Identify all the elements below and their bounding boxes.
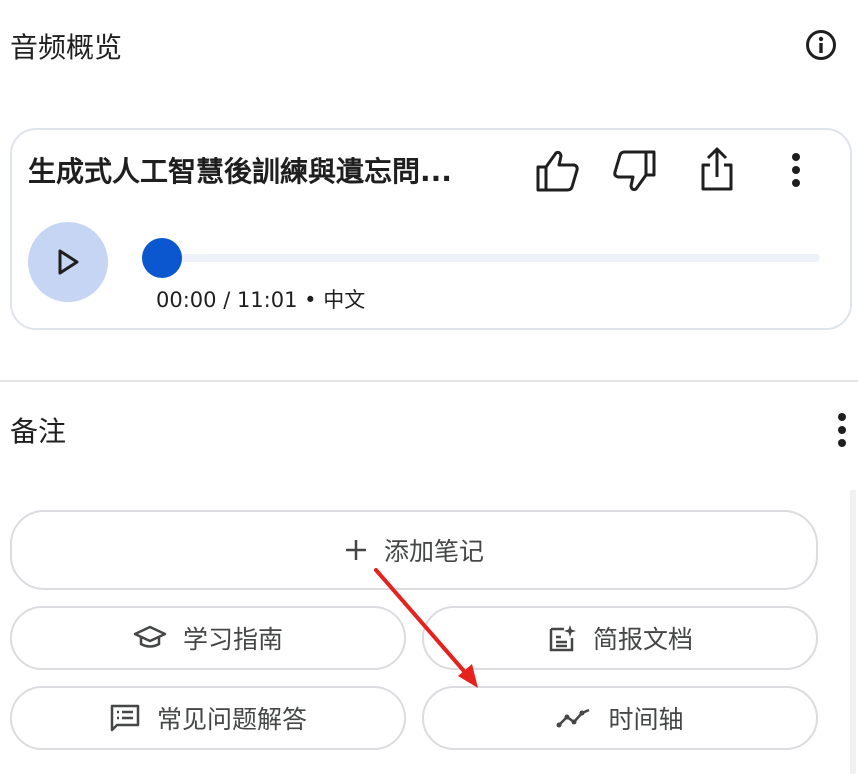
thumb-up-icon [536, 150, 579, 192]
more-vert-icon [792, 153, 800, 187]
study-guide-label: 学习指南 [182, 625, 283, 654]
document-sparkle-icon [549, 625, 576, 652]
faq-list-icon [110, 704, 140, 732]
play-button[interactable] [28, 222, 108, 302]
faq-button[interactable]: 常见问题解答 [10, 686, 406, 750]
audio-title: 生成式人工智慧後訓練與遺忘問... [28, 155, 452, 188]
info-icon [818, 36, 824, 53]
timeline-label: 时间轴 [608, 705, 684, 734]
progress-track[interactable] [160, 254, 820, 262]
playback-time: 00:00 / 11:01 [156, 288, 298, 312]
plus-icon [345, 540, 366, 560]
playback-meta: 00:00 / 11:01 • 中文 [156, 284, 365, 314]
more-options-button[interactable] [778, 148, 814, 192]
briefing-doc-button[interactable]: 简报文档 [422, 606, 818, 670]
notes-title: 备注 [10, 415, 67, 448]
share-icon [701, 147, 733, 191]
school-cap-icon [133, 625, 167, 648]
info-button[interactable] [806, 30, 836, 60]
more-vert-icon [838, 413, 846, 447]
audio-language: 中文 [323, 288, 366, 312]
dislike-button[interactable] [608, 146, 662, 196]
audio-overview-title: 音频概览 [10, 31, 123, 64]
faq-label: 常见问题解答 [156, 705, 307, 734]
meta-separator: • [304, 288, 317, 312]
add-note-button[interactable]: 添加笔记 [10, 510, 818, 590]
timeline-icon [556, 708, 590, 728]
play-icon [58, 249, 79, 275]
like-button[interactable] [530, 146, 584, 196]
add-note-label: 添加笔记 [383, 537, 484, 566]
study-guide-button[interactable]: 学习指南 [10, 606, 406, 670]
section-divider [0, 380, 858, 382]
progress-thumb[interactable] [142, 238, 182, 278]
timeline-button[interactable]: 时间轴 [422, 686, 818, 750]
share-button[interactable] [690, 142, 744, 196]
thumb-down-icon [613, 150, 656, 192]
scrollbar[interactable] [850, 490, 856, 774]
briefing-doc-label: 简报文档 [592, 625, 693, 654]
notes-more-button[interactable] [828, 410, 856, 450]
